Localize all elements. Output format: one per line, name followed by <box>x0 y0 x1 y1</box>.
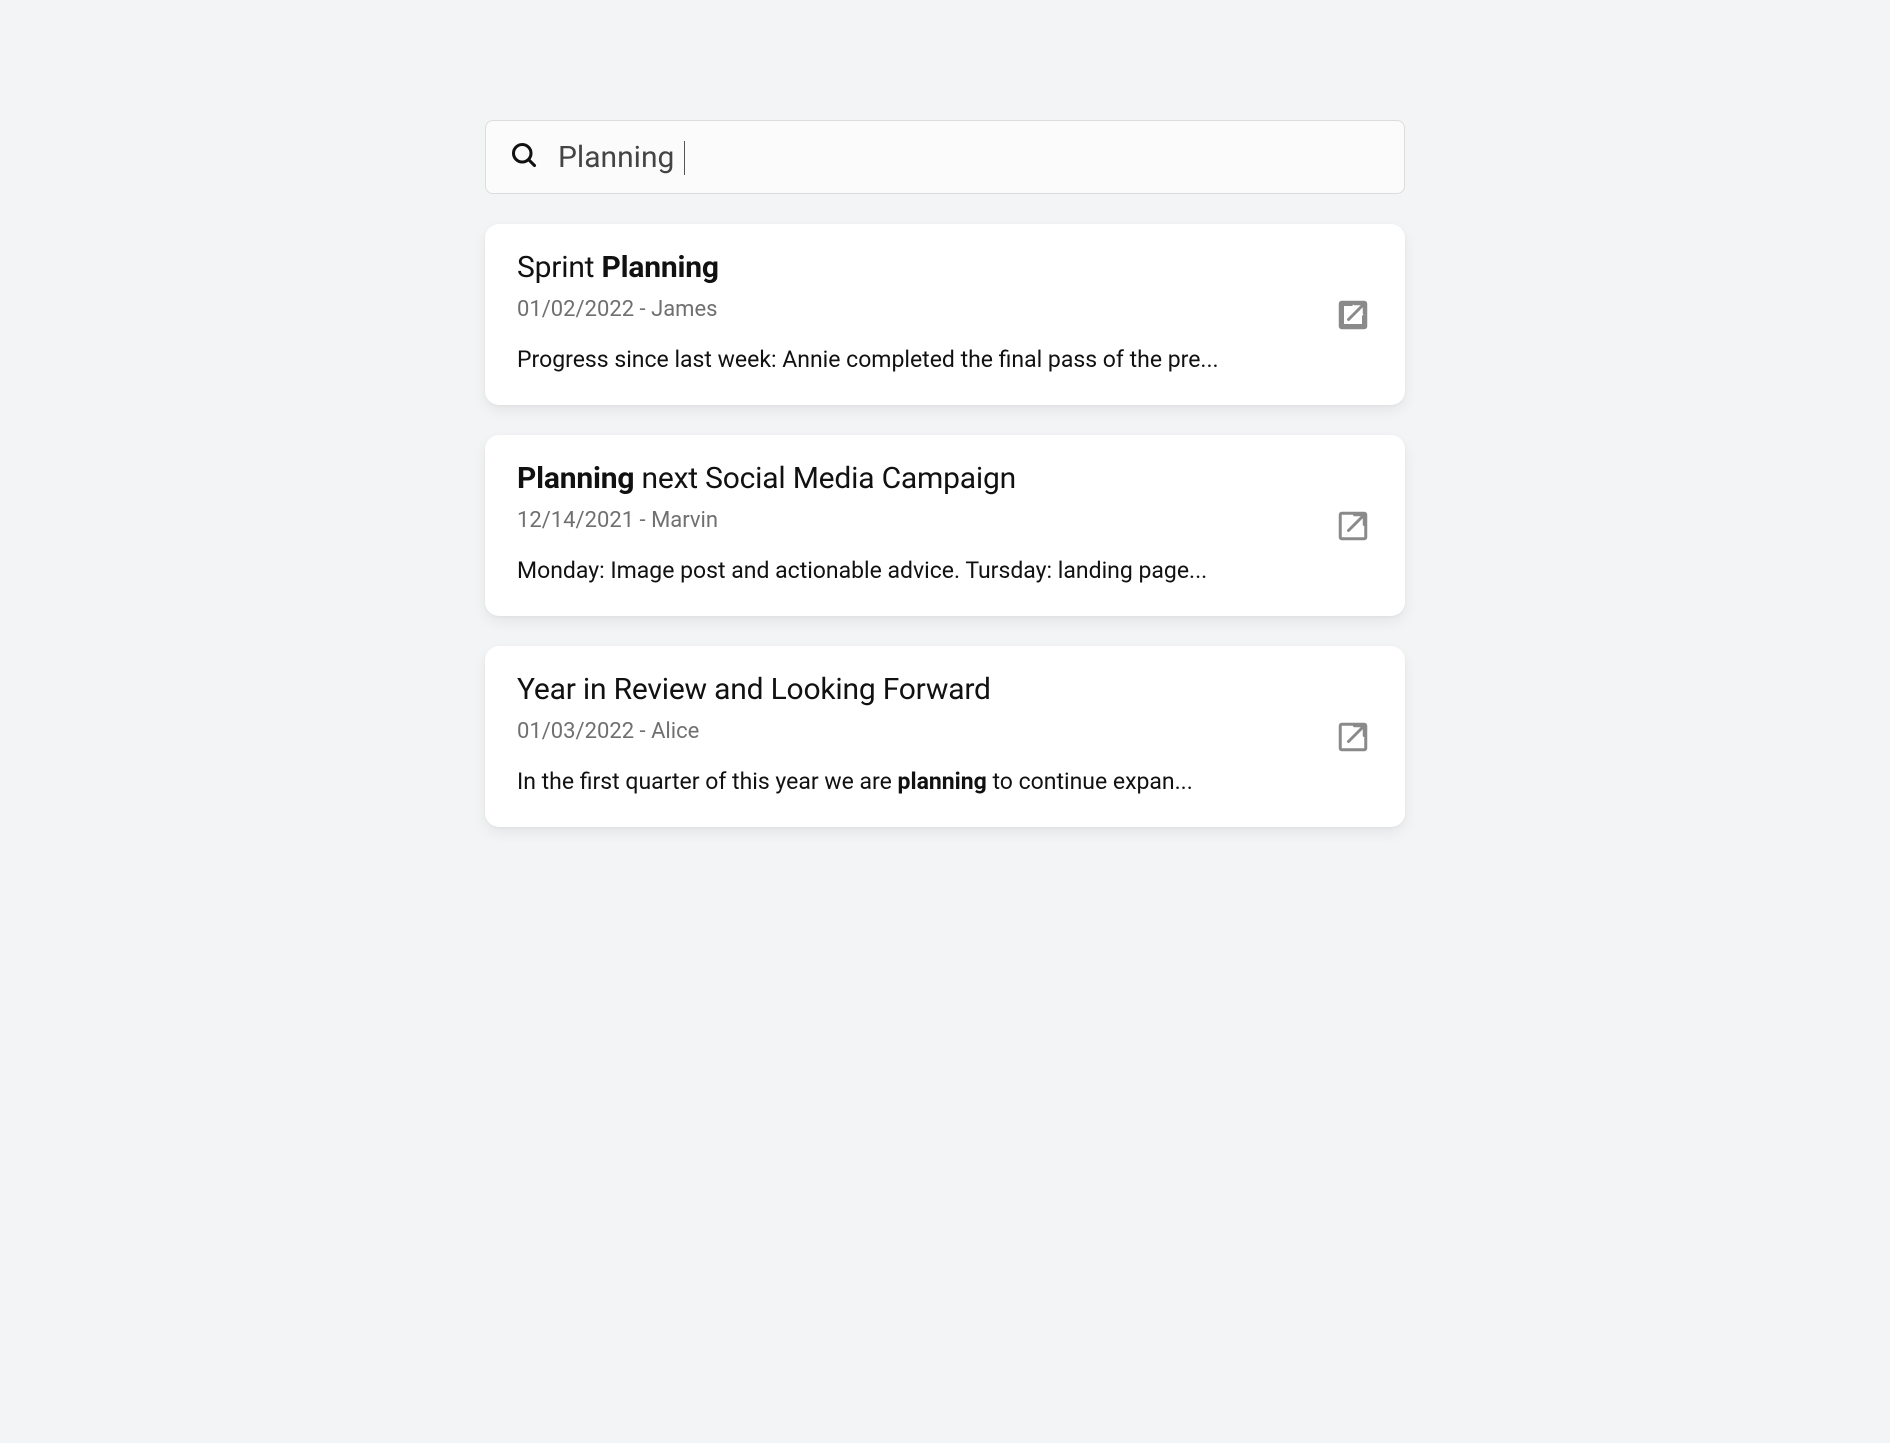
result-card[interactable]: Sprint Planning 01/02/2022 - James Progr… <box>485 224 1405 405</box>
result-date: 12/14/2021 <box>517 508 634 533</box>
result-meta: 01/02/2022 - James <box>517 297 1307 322</box>
result-meta: 12/14/2021 - Marvin <box>517 508 1307 533</box>
result-author: James <box>651 297 717 322</box>
text-cursor <box>684 141 685 175</box>
result-card[interactable]: Year in Review and Looking Forward 01/03… <box>485 646 1405 827</box>
result-date: 01/03/2022 <box>517 719 634 744</box>
search-input[interactable]: Planning <box>558 140 685 175</box>
search-results: Sprint Planning 01/02/2022 - James Progr… <box>485 224 1405 827</box>
result-title: Sprint Planning <box>517 250 1307 285</box>
search-panel: Planning Sprint Planning 01/02/2022 - Ja… <box>485 120 1405 827</box>
open-in-new-icon[interactable] <box>1333 506 1373 546</box>
result-snippet: Monday: Image post and actionable advice… <box>517 555 1307 586</box>
result-snippet: In the first quarter of this year we are… <box>517 766 1307 797</box>
result-author: Marvin <box>651 508 718 533</box>
result-title: Planning next Social Media Campaign <box>517 461 1307 496</box>
search-icon <box>510 141 538 173</box>
open-in-new-icon[interactable] <box>1333 295 1373 335</box>
search-query-text: Planning <box>558 140 674 175</box>
result-meta: 01/03/2022 - Alice <box>517 719 1307 744</box>
result-snippet: Progress since last week: Annie complete… <box>517 344 1307 375</box>
open-in-new-icon[interactable] <box>1333 717 1373 757</box>
result-card[interactable]: Planning next Social Media Campaign 12/1… <box>485 435 1405 616</box>
result-date: 01/02/2022 <box>517 297 634 322</box>
result-author: Alice <box>651 719 699 744</box>
result-title: Year in Review and Looking Forward <box>517 672 1307 707</box>
search-bar[interactable]: Planning <box>485 120 1405 194</box>
